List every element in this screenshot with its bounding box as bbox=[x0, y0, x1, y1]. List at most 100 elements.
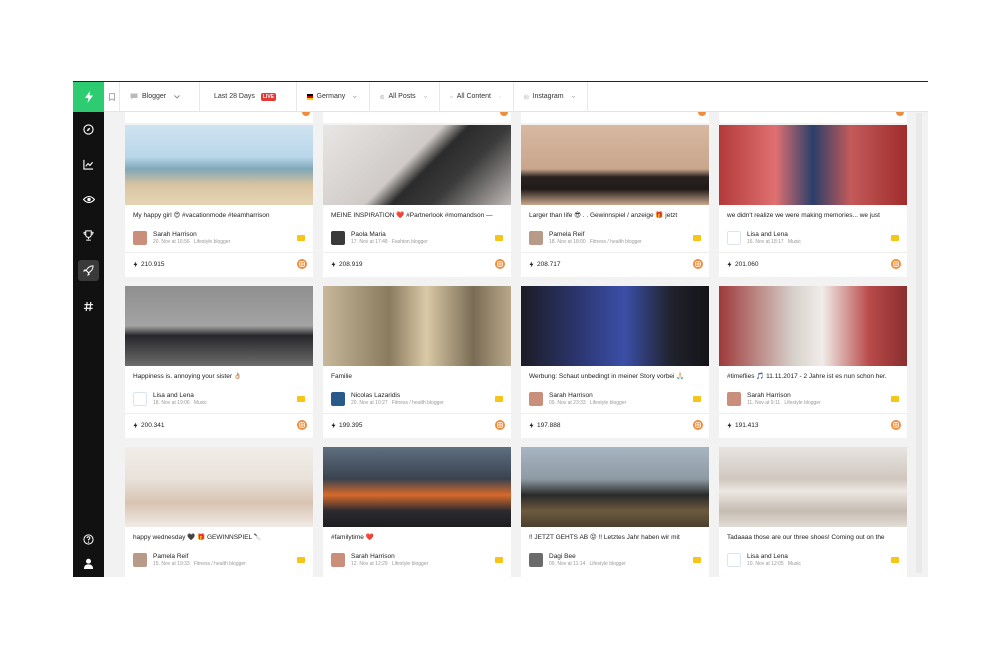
folder-icon[interactable] bbox=[495, 235, 503, 241]
author-name[interactable]: Pamela Reif bbox=[153, 553, 188, 560]
post-author[interactable]: Pamela Reif 18. Nov at 18:00 Fitness / he… bbox=[529, 231, 701, 247]
sidebar-item-hashtags[interactable] bbox=[78, 296, 99, 317]
author-name[interactable]: Sarah Harrison bbox=[549, 392, 593, 399]
sidebar-item-monitoring[interactable] bbox=[78, 189, 99, 210]
sidebar-item-rankings[interactable] bbox=[78, 225, 99, 246]
folder-icon[interactable] bbox=[891, 235, 899, 241]
post-author[interactable]: Nicolas Lazaridis 20. Nov at 10:27 Fitnes… bbox=[331, 392, 503, 408]
post-author[interactable]: Sarah Harrison 20. Nov at 16:56 Lifestyle… bbox=[133, 231, 305, 247]
post-card[interactable]: Werbung: Schaut unbedingt in meiner Stor… bbox=[521, 286, 709, 438]
avatar[interactable] bbox=[331, 553, 345, 567]
instagram-badge[interactable] bbox=[891, 259, 901, 269]
author-name[interactable]: Sarah Harrison bbox=[351, 553, 395, 560]
post-author[interactable]: Sarah Harrison 12. Nov at 12:29 Lifestyle… bbox=[331, 553, 503, 569]
sidebar-item-campaigns[interactable] bbox=[78, 260, 99, 281]
avatar[interactable] bbox=[529, 392, 543, 406]
folder-icon[interactable] bbox=[297, 235, 305, 241]
post-image[interactable] bbox=[125, 125, 313, 205]
avatar[interactable] bbox=[133, 553, 147, 567]
author-name[interactable]: Lisa and Lena bbox=[153, 392, 194, 399]
folder-icon[interactable] bbox=[495, 396, 503, 402]
post-card[interactable]: Tadaaaa those are our three shoes! Comin… bbox=[719, 447, 907, 577]
post-card[interactable]: happy wednesday 🖤 🎁 GEWINNSPIEL 🔪 Pamela … bbox=[125, 447, 313, 577]
author-meta: 16. Nov at 18:17 Music bbox=[747, 239, 801, 245]
post-image[interactable] bbox=[719, 286, 907, 366]
filter-network[interactable]: Instagram bbox=[514, 82, 588, 112]
folder-icon[interactable] bbox=[891, 396, 899, 402]
sidebar-item-profile[interactable] bbox=[78, 553, 99, 574]
post-card[interactable]: !! JETZT GEHTS AB 😝 !! Letztes Jahr habe… bbox=[521, 447, 709, 577]
post-author[interactable]: Sarah Harrison 11. Nov at 9:11 Lifestyle … bbox=[727, 392, 899, 408]
author-name[interactable]: Lisa and Lena bbox=[747, 553, 788, 560]
avatar[interactable] bbox=[133, 392, 147, 406]
post-image[interactable] bbox=[719, 125, 907, 205]
filter-category[interactable]: Blogger bbox=[120, 82, 200, 112]
post-author[interactable]: Pamela Reif 15. Nov at 19:33 Fitness / he… bbox=[133, 553, 305, 569]
post-author[interactable]: Paola Maria 17. Nov at 17:48 Fashion blog… bbox=[331, 231, 503, 247]
post-card[interactable]: Familie Nicolas Lazaridis 20. Nov at 10:27… bbox=[323, 286, 511, 438]
post-author[interactable]: Lisa and Lena 10. Nov at 12:05 Music bbox=[727, 553, 899, 569]
instagram-badge[interactable] bbox=[693, 420, 703, 430]
author-name[interactable]: Paola Maria bbox=[351, 231, 386, 238]
filter-country[interactable]: Germany bbox=[297, 82, 370, 112]
post-image[interactable] bbox=[521, 447, 709, 527]
post-author[interactable]: Dagi Bee 09. Nov at 11:14 Lifestyle blogg… bbox=[529, 553, 701, 569]
sidebar-item-discover[interactable] bbox=[78, 119, 99, 140]
avatar[interactable] bbox=[133, 231, 147, 245]
instagram-badge[interactable] bbox=[693, 259, 703, 269]
logo[interactable] bbox=[73, 82, 104, 112]
sidebar-item-help[interactable] bbox=[78, 529, 99, 550]
avatar[interactable] bbox=[727, 392, 741, 406]
avatar[interactable] bbox=[727, 231, 741, 245]
post-card[interactable]: we didn't realize we were making memorie… bbox=[719, 125, 907, 277]
avatar[interactable] bbox=[331, 231, 345, 245]
post-image[interactable] bbox=[125, 286, 313, 366]
author-name[interactable]: Sarah Harrison bbox=[747, 392, 791, 399]
author-name[interactable]: Nicolas Lazaridis bbox=[351, 392, 400, 399]
avatar[interactable] bbox=[529, 553, 543, 567]
post-image[interactable] bbox=[125, 447, 313, 527]
folder-icon[interactable] bbox=[297, 557, 305, 563]
post-image[interactable] bbox=[521, 125, 709, 205]
folder-icon[interactable] bbox=[693, 557, 701, 563]
post-card[interactable]: Happiness is. annoying your sister 👌🏼 Lis… bbox=[125, 286, 313, 438]
author-name[interactable]: Sarah Harrison bbox=[153, 231, 197, 238]
author-name[interactable]: Lisa and Lena bbox=[747, 231, 788, 238]
author-name[interactable]: Pamela Reif bbox=[549, 231, 584, 238]
post-card[interactable]: MEINE INSPIRATION ❤️ #Partnerlook #moman… bbox=[323, 125, 511, 277]
post-image[interactable] bbox=[719, 447, 907, 527]
sidebar-item-analytics[interactable] bbox=[78, 154, 99, 175]
scrollbar[interactable] bbox=[916, 113, 922, 573]
post-author[interactable]: Sarah Harrison 09. Nov at 23:33 Lifestyle… bbox=[529, 392, 701, 408]
post-author[interactable]: Lisa and Lena 16. Nov at 18:17 Music bbox=[727, 231, 899, 247]
post-image[interactable] bbox=[323, 286, 511, 366]
instagram-badge[interactable] bbox=[297, 420, 307, 430]
folder-icon[interactable] bbox=[693, 235, 701, 241]
post-card[interactable]: My happy girl 😍 #vacationmode #teamharri… bbox=[125, 125, 313, 277]
instagram-badge[interactable] bbox=[495, 420, 505, 430]
post-card[interactable]: Larger than life 😎 . . Gewinnspiel / anz… bbox=[521, 125, 709, 277]
author-name[interactable]: Dagi Bee bbox=[549, 553, 576, 560]
post-image[interactable] bbox=[521, 286, 709, 366]
avatar[interactable] bbox=[331, 392, 345, 406]
post-reach: 199.395 bbox=[331, 422, 363, 429]
avatar[interactable] bbox=[529, 231, 543, 245]
folder-icon[interactable] bbox=[495, 557, 503, 563]
instagram-badge[interactable] bbox=[297, 259, 307, 269]
folder-icon[interactable] bbox=[891, 557, 899, 563]
filter-content[interactable]: All Content bbox=[440, 82, 514, 112]
instagram-badge[interactable] bbox=[495, 259, 505, 269]
post-card[interactable]: #familytime ❤️ Sarah Harrison 12. Nov at 1… bbox=[323, 447, 511, 577]
filter-posts[interactable]: All Posts bbox=[370, 82, 440, 112]
author-meta: 17. Nov at 17:48 Fashion blogger bbox=[351, 239, 428, 245]
folder-icon[interactable] bbox=[297, 396, 305, 402]
avatar[interactable] bbox=[727, 553, 741, 567]
instagram-badge[interactable] bbox=[891, 420, 901, 430]
filter-period[interactable]: Last 28 Days LIVE bbox=[200, 82, 297, 112]
folder-icon[interactable] bbox=[693, 396, 701, 402]
post-card[interactable]: #timeflies 🎵 11.11.2017 - 2 Jahre ist es… bbox=[719, 286, 907, 438]
post-image[interactable] bbox=[323, 447, 511, 527]
post-author[interactable]: Lisa and Lena 18. Nov at 19:06 Music bbox=[133, 392, 305, 408]
post-image[interactable] bbox=[323, 125, 511, 205]
bookmark-button[interactable] bbox=[104, 82, 120, 112]
